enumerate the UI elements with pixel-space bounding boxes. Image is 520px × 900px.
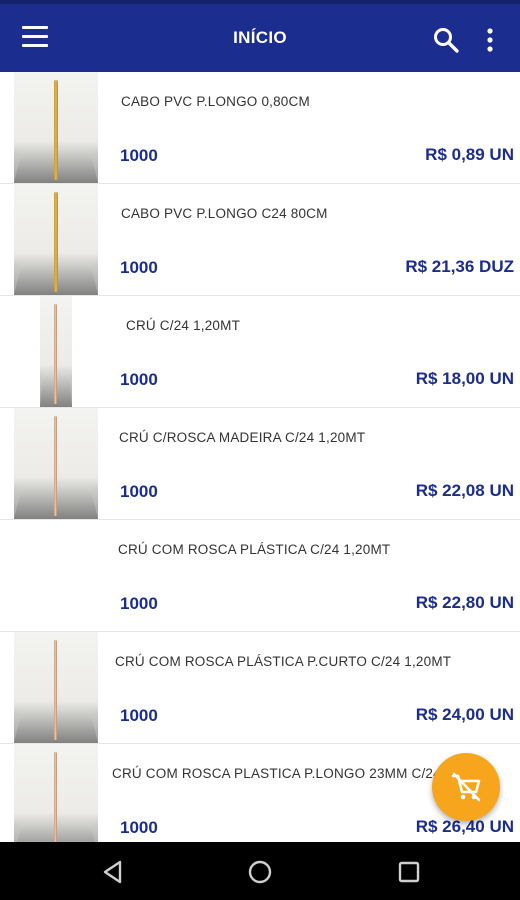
back-triangle-icon[interactable] <box>99 858 127 886</box>
remove-from-cart-icon <box>451 772 481 802</box>
product-quantity: 1000 <box>120 818 158 837</box>
product-list: CABO PVC P.LONGO 0,80CM 1000 R$ 0,89 UN … <box>0 72 520 842</box>
product-price: R$ 21,36 DUZ <box>405 257 514 276</box>
product-name: CRÚ C/24 1,20MT <box>126 318 241 333</box>
product-name: CRÚ C/ROSCA MADEIRA C/24 1,20MT <box>119 430 366 445</box>
product-thumbnail <box>14 520 98 631</box>
product-quantity: 1000 <box>120 482 158 501</box>
product-item[interactable]: CABO PVC P.LONGO C24 80CM 1000 R$ 21,36 … <box>0 184 520 296</box>
product-quantity: 1000 <box>120 370 158 389</box>
product-quantity: 1000 <box>120 594 158 613</box>
product-price: R$ 22,80 UN <box>415 593 514 612</box>
product-thumbnail <box>14 72 98 183</box>
product-quantity: 1000 <box>120 706 158 725</box>
product-quantity: 1000 <box>120 258 158 277</box>
product-price: R$ 0,89 UN <box>425 145 514 164</box>
product-item[interactable]: CABO PVC P.LONGO 0,80CM 1000 R$ 0,89 UN <box>0 72 520 184</box>
search-icon[interactable] <box>432 26 460 54</box>
product-price: R$ 18,00 UN <box>415 369 514 388</box>
more-vertical-icon[interactable] <box>478 26 502 54</box>
product-name: CRÚ COM ROSCA PLÁSTICA C/24 1,20MT <box>118 542 391 557</box>
product-thumbnail <box>40 296 72 407</box>
product-price: R$ 22,08 UN <box>415 481 514 500</box>
product-thumbnail <box>14 184 98 295</box>
product-item[interactable]: CRÚ C/ROSCA MADEIRA C/24 1,20MT 1000 R$ … <box>0 408 520 520</box>
product-item[interactable]: CRÚ COM ROSCA PLÁSTICA C/24 1,20MT 1000 … <box>0 520 520 632</box>
product-name: CABO PVC P.LONGO 0,80CM <box>121 94 310 109</box>
system-navigation-bar <box>0 842 520 900</box>
product-price: R$ 24,00 UN <box>415 705 514 724</box>
product-thumbnail <box>14 744 98 842</box>
home-circle-icon[interactable] <box>246 858 274 886</box>
product-quantity: 1000 <box>120 146 158 165</box>
remove-from-cart-button[interactable] <box>432 753 500 821</box>
product-thumbnail <box>14 408 98 519</box>
product-item[interactable]: CRÚ C/24 1,20MT 1000 R$ 18,00 UN <box>0 296 520 408</box>
recent-apps-square-icon[interactable] <box>395 858 423 886</box>
app-bar: INÍCIO <box>0 0 520 72</box>
product-name: CRÚ COM ROSCA PLÁSTICA P.CURTO C/24 1,20… <box>115 654 452 669</box>
product-thumbnail <box>14 632 98 743</box>
product-item[interactable]: CRÚ COM ROSCA PLÁSTICA P.CURTO C/24 1,20… <box>0 632 520 744</box>
product-name: CABO PVC P.LONGO C24 80CM <box>121 206 328 221</box>
